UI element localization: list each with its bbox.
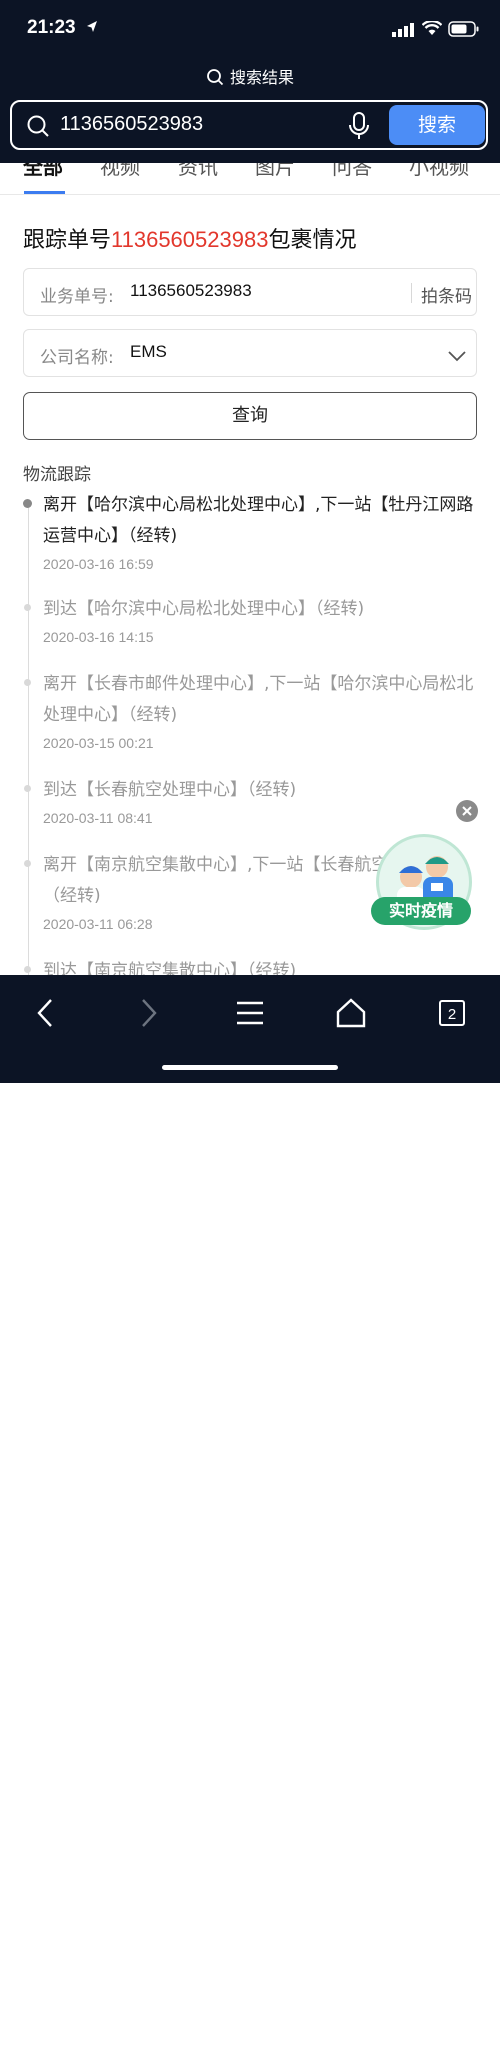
event-time: 2020-03-15 00:21 — [43, 735, 154, 751]
chevron-left-icon — [37, 999, 52, 1027]
company-select[interactable]: 公司名称: EMS — [23, 329, 477, 377]
tab-count: 2 — [448, 1006, 456, 1023]
close-promo-button[interactable] — [456, 800, 478, 822]
timeline-event: 到达【长春航空处理中心】（经转) 2020-03-11 08:41 — [24, 775, 483, 826]
event-time: 2020-03-11 08:41 — [43, 810, 153, 826]
page-title-text: 搜索结果 — [229, 68, 294, 87]
epidemic-promo-label[interactable]: 实时疫情 — [371, 897, 471, 925]
home-indicator — [162, 1065, 338, 1070]
menu-icon — [237, 1001, 263, 1025]
search-icon — [26, 114, 50, 142]
timeline-event: 到达【哈尔滨中心局松北处理中心】（经转) 2020-03-16 14:15 — [24, 594, 483, 645]
tab-qa[interactable]: 问答 — [332, 163, 372, 180]
event-text: 离开【哈尔滨中心局松北处理中心】,下一站【牡丹江网路运营中心】（经转) — [43, 495, 474, 546]
logistics-section-title: 物流跟踪 — [23, 465, 91, 485]
watermark-text: 黑猫 — [428, 2015, 476, 2043]
watermark: 黑猫 — [390, 2005, 495, 2055]
timeline-event: 到达【南京航空集散中心】（经转) — [24, 956, 483, 976]
menu-button[interactable] — [235, 996, 265, 1034]
tabs-button[interactable]: 2 — [438, 999, 466, 1031]
event-text: 到达【长春航空处理中心】（经转) — [43, 780, 297, 800]
heading-number: 1136560523983 — [111, 227, 269, 252]
chevron-down-icon[interactable] — [448, 347, 466, 366]
home-button[interactable] — [335, 996, 367, 1034]
event-text: 到达【哈尔滨中心局松北处理中心】（经转) — [43, 599, 365, 619]
tab-short-video[interactable]: 小视频 — [409, 163, 469, 180]
tab-news[interactable]: 资讯 — [178, 163, 218, 180]
back-button[interactable] — [34, 996, 58, 1034]
cat-logo-icon — [396, 2011, 418, 2045]
active-tab-indicator — [24, 191, 65, 194]
wifi-icon — [421, 19, 443, 40]
tab-all[interactable]: 全部 — [23, 163, 63, 180]
company-label: 公司名称: — [40, 348, 114, 368]
search-icon — [207, 69, 224, 86]
location-arrow-icon — [86, 19, 98, 38]
forward-button[interactable] — [136, 996, 160, 1034]
top-bar: 21:23 搜索结果 1136560523983 搜索 — [0, 0, 500, 163]
tracking-number-field[interactable]: 业务单号: 1136560523983 拍条码 — [23, 268, 477, 316]
timeline-dot — [24, 785, 31, 792]
divider — [411, 283, 412, 303]
home-icon — [336, 998, 366, 1028]
query-button[interactable]: 查询 — [23, 392, 477, 440]
timeline-event: 离开【哈尔滨中心局松北处理中心】,下一站【牡丹江网路运营中心】（经转) 2020… — [23, 490, 483, 572]
timeline-event: 离开【长春市邮件处理中心】,下一站【哈尔滨中心局松北处理中心】（经转) 2020… — [24, 669, 483, 751]
status-time: 21:23 — [27, 17, 76, 38]
event-time: 2020-03-16 16:59 — [43, 556, 154, 572]
timeline-dot — [24, 679, 31, 686]
tab-images[interactable]: 图片 — [255, 163, 295, 180]
timeline-line — [28, 502, 29, 976]
search-bar[interactable]: 1136560523983 搜索 — [10, 100, 488, 150]
cellular-signal-icon — [392, 22, 416, 41]
timeline-dot — [24, 966, 31, 973]
event-text: 到达【南京航空集散中心】（经转) — [43, 961, 297, 976]
scan-barcode-button[interactable]: 拍条码 — [421, 282, 472, 307]
company-value[interactable]: EMS — [130, 342, 167, 362]
timeline-dot — [23, 499, 32, 508]
battery-icon — [448, 21, 480, 41]
event-time: 2020-03-16 14:15 — [43, 629, 154, 645]
status-bar: 21:23 — [0, 0, 500, 60]
timeline-dot — [24, 860, 31, 867]
timeline-dot — [24, 604, 31, 611]
bottom-nav: 2 黑猫 — [0, 975, 500, 2045]
page-title: 搜索结果 — [0, 64, 500, 88]
category-tabs: 全部 视频 资讯 图片 问答 小视频 — [0, 163, 500, 195]
event-text: 离开【长春市邮件处理中心】,下一站【哈尔滨中心局松北处理中心】（经转) — [43, 674, 474, 725]
heading-suffix: 包裹情况 — [268, 228, 357, 253]
close-icon — [462, 806, 472, 816]
chevron-right-icon — [142, 999, 157, 1027]
tab-video[interactable]: 视频 — [100, 163, 140, 180]
microphone-icon[interactable] — [348, 112, 370, 144]
heading-prefix: 跟踪单号 — [23, 228, 112, 253]
tracking-heading: 跟踪单号1136560523983包裹情况 — [23, 222, 356, 254]
search-input[interactable]: 1136560523983 — [60, 113, 203, 136]
search-button[interactable]: 搜索 — [389, 105, 485, 145]
tracking-number-input[interactable]: 1136560523983 — [130, 281, 252, 301]
tracking-number-label: 业务单号: — [40, 287, 114, 307]
